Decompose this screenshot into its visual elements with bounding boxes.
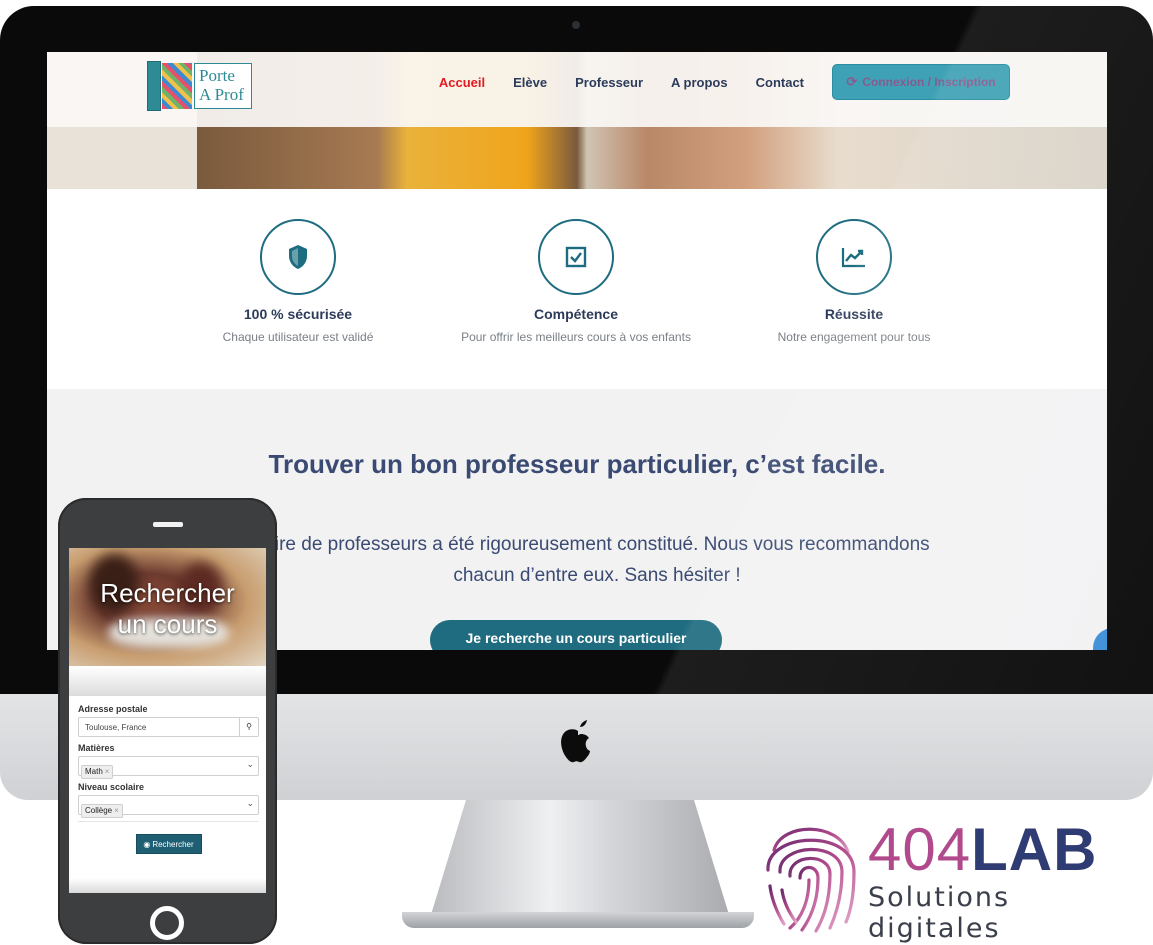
brand-name-number: 404: [868, 816, 972, 883]
brand-tagline: Solutions digitales: [868, 882, 1011, 944]
section-text-line-2: chacun d’entre eux. Sans hésiter !: [453, 565, 741, 586]
mobile-hero-title-line-1: Rechercher: [100, 578, 235, 608]
logo-line-1: Porte: [199, 66, 235, 85]
logo-door-icon: [147, 61, 161, 111]
mockup-stage: Porte A Prof Accueil Elève Professeur A …: [0, 0, 1153, 945]
subject-tag-label: Math: [85, 767, 103, 776]
search-course-button[interactable]: Je recherche un cours particulier: [430, 620, 722, 650]
feature-title: Compétence: [533, 306, 619, 322]
shield-icon: [289, 245, 307, 269]
mobile-divider-shade: [69, 666, 266, 696]
brand-name-lab: LAB: [971, 816, 1098, 883]
feature-security: 100 % sécurisée Chaque utilisateur est v…: [138, 219, 458, 344]
level-select[interactable]: Collège × ⌄: [78, 795, 259, 818]
features-section: 100 % sécurisée Chaque utilisateur est v…: [47, 189, 1107, 389]
login-signup-label: Connexion / Inscription: [862, 75, 996, 89]
nav-item-accueil[interactable]: Accueil: [439, 75, 485, 90]
feature-competence: Compétence Pour offrir les meilleurs cou…: [416, 219, 736, 344]
feature-icon-circle: [538, 219, 614, 295]
logo-pattern: [162, 63, 192, 109]
login-signup-button[interactable]: ⟳ Connexion / Inscription: [832, 64, 1010, 100]
chevron-down-icon[interactable]: ⌄: [246, 799, 254, 809]
address-value: Toulouse, France: [85, 723, 147, 732]
section-text-line-1: aire de professeurs a été rigoureusement…: [264, 534, 930, 555]
form-divider: [78, 821, 259, 822]
search-submit-button[interactable]: ◉ Rechercher: [135, 834, 202, 854]
subject-tag: Math ×: [81, 765, 114, 779]
feature-icon-circle: [260, 219, 336, 295]
nav-item-eleve[interactable]: Elève: [513, 75, 547, 90]
feature-subtitle: Notre engagement pour tous: [777, 330, 931, 344]
main-nav: Accueil Elève Professeur A propos Contac…: [411, 64, 1010, 100]
remove-tag-icon[interactable]: ×: [114, 806, 119, 815]
subjects-select[interactable]: Math × ⌄: [78, 756, 259, 779]
level-tag-label: Collège: [85, 806, 113, 815]
feature-reussite: Réussite Notre engagement pour tous: [694, 219, 1014, 344]
imac-stand-base: [402, 912, 754, 928]
address-input[interactable]: Toulouse, France ⚲: [78, 717, 259, 737]
feature-icon-circle: [816, 219, 892, 295]
mobile-hero-title-line-2: un cours: [117, 609, 218, 639]
section-text: aire de professeurs a été rigoureusement…: [197, 529, 997, 591]
phone-speaker: [153, 522, 183, 527]
level-label: Niveau scolaire: [78, 782, 145, 792]
logo-text-box: Porte A Prof: [194, 63, 252, 109]
nav-item-professeur[interactable]: Professeur: [575, 75, 643, 90]
search-submit-label: Rechercher: [152, 839, 194, 849]
brand-logo: 404LAB Solutions digitales: [760, 810, 1140, 944]
chevron-down-icon[interactable]: ⌄: [246, 760, 254, 770]
eye-icon: ◉: [143, 839, 151, 849]
imac-stand: [430, 800, 730, 918]
logo-line-2: A Prof: [199, 85, 244, 104]
feature-title: 100 % sécurisée: [243, 306, 353, 322]
camera-icon: [572, 21, 580, 29]
subjects-label: Matières: [78, 743, 115, 753]
feature-subtitle: Chaque utilisateur est validé: [222, 330, 374, 344]
section-title: Trouver un bon professeur particulier, c…: [268, 449, 886, 479]
remove-tag-icon[interactable]: ×: [105, 767, 110, 776]
phone-home-button: [150, 906, 184, 940]
mobile-hero-title: Rechercher un cours: [69, 578, 266, 640]
trend-chart-icon: [841, 248, 865, 268]
brand-name: 404LAB: [868, 818, 1097, 882]
level-tag: Collège ×: [81, 804, 123, 818]
refresh-icon: ⟳: [846, 74, 858, 89]
mobile-bottom-shade: [69, 878, 266, 893]
phone-device: Rechercher un cours Adresse postale Toul…: [58, 498, 277, 944]
nav-item-contact[interactable]: Contact: [756, 75, 804, 90]
check-square-icon: [565, 246, 587, 268]
map-marker-icon[interactable]: ⚲: [239, 718, 258, 736]
address-label: Adresse postale: [78, 704, 148, 714]
nav-item-a-propos[interactable]: A propos: [671, 75, 728, 90]
site-logo[interactable]: Porte A Prof: [147, 61, 252, 111]
feature-subtitle: Pour offrir les meilleurs cours à vos en…: [461, 330, 691, 344]
phone-screen: Rechercher un cours Adresse postale Toul…: [69, 548, 266, 893]
fingerprint-icon: [766, 827, 856, 933]
mobile-search-form: Adresse postale Toulouse, France ⚲ Matiè…: [78, 704, 259, 854]
apple-logo-icon: [561, 720, 590, 763]
feature-title: Réussite: [824, 306, 884, 322]
